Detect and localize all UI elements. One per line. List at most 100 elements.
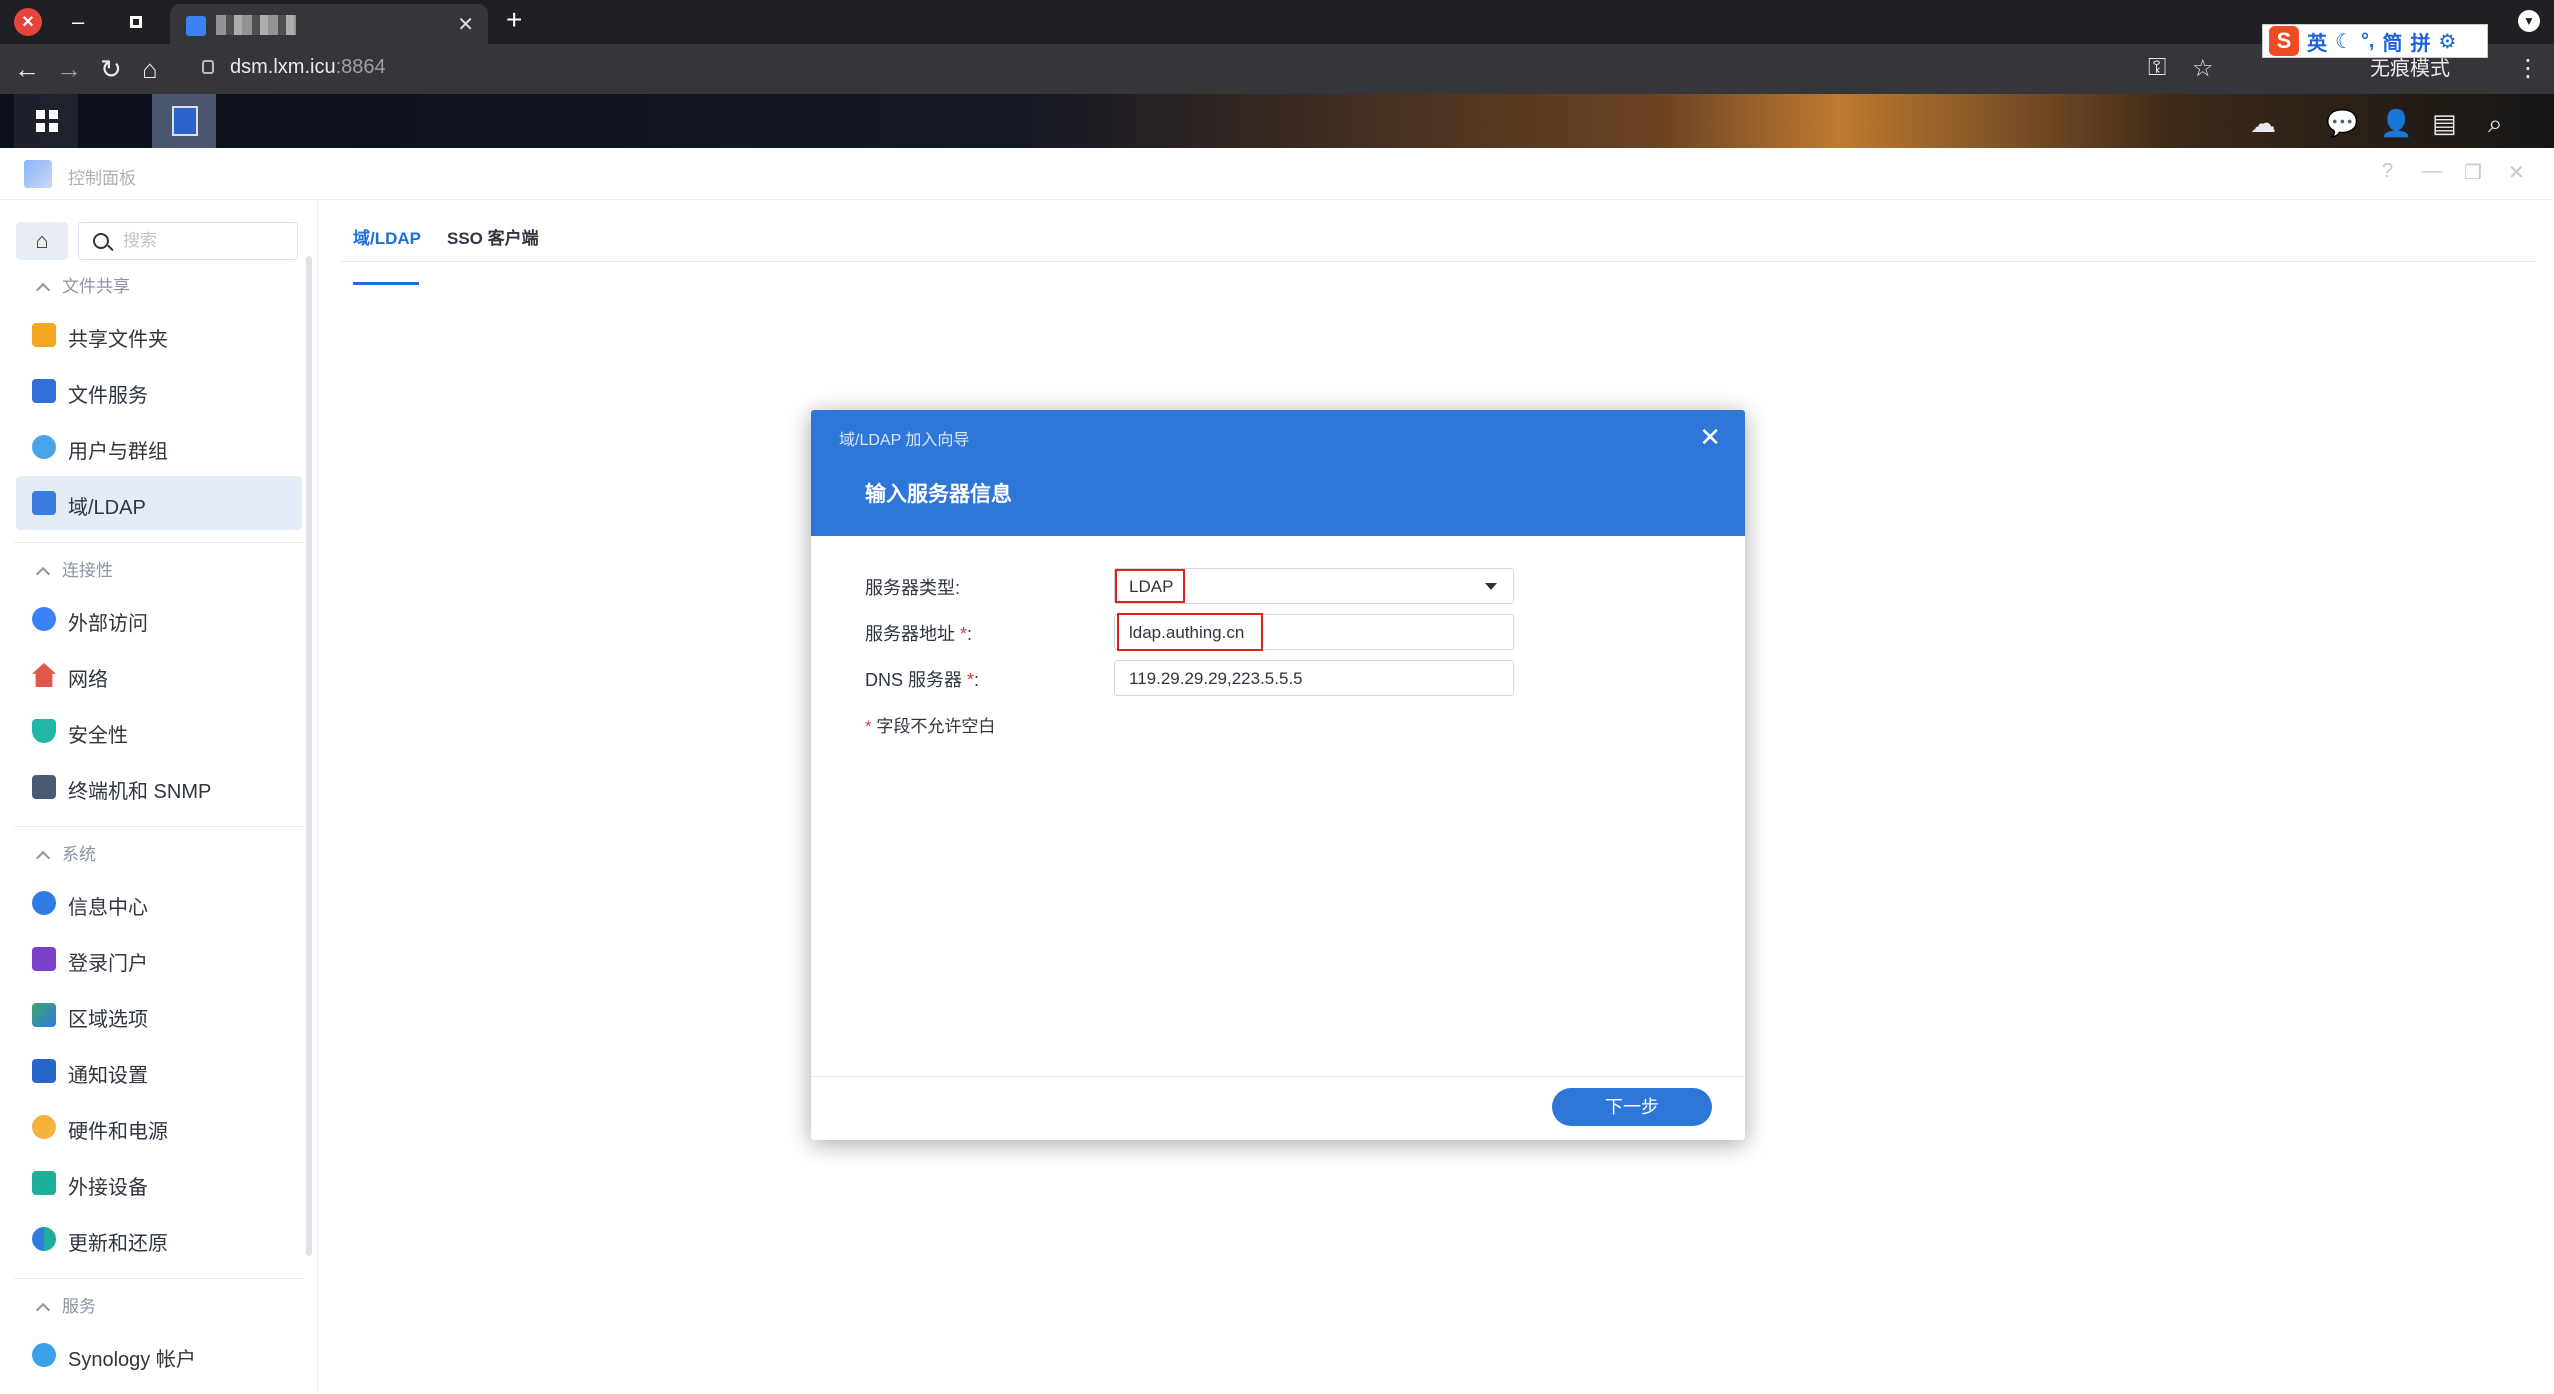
back-icon[interactable]: ← — [14, 54, 40, 84]
synology-account-icon — [32, 1343, 56, 1367]
sidebar-item-network[interactable]: 网络 — [16, 648, 302, 702]
sidebar-item-login-portal[interactable]: 登录门户 — [16, 932, 302, 986]
divider — [14, 542, 304, 543]
ime-mode-simplified[interactable]: 简 — [2383, 27, 2403, 56]
divider — [14, 826, 304, 827]
tab-close-icon[interactable]: ✕ — [457, 12, 474, 37]
dialog-heading: 输入服务器信息 — [865, 483, 1012, 506]
search-icon[interactable]: ⌕ — [2488, 108, 2503, 140]
next-button[interactable]: 下一步 — [1552, 1088, 1712, 1126]
required-note: * 字段不允许空白 — [865, 717, 996, 736]
sidebar-item-update-restore[interactable]: 更新和还原 — [16, 1212, 302, 1266]
search-input-box[interactable] — [78, 222, 298, 260]
widgets-icon[interactable]: ▤ — [2432, 108, 2457, 139]
dsm-taskbar: ☁ 💬 👤 ▤ ⌕ — [0, 94, 2554, 148]
lock-icon — [202, 60, 214, 74]
close-icon[interactable]: ✕ — [1699, 422, 1721, 453]
sidebar-item-external-access[interactable]: 外部访问 — [16, 592, 302, 646]
users-icon — [32, 435, 56, 459]
main-menu-button[interactable] — [14, 94, 78, 148]
home-icon[interactable]: ⌂ — [142, 54, 158, 84]
moon-icon[interactable]: ☾ — [2335, 29, 2353, 54]
reload-icon[interactable]: ↻ — [100, 54, 122, 84]
close-icon[interactable]: ✕ — [2508, 160, 2525, 185]
sidebar-scrollbar[interactable] — [306, 256, 312, 1256]
tab-domain-ldap[interactable]: 域/LDAP — [353, 224, 421, 285]
bookmark-star-icon[interactable]: ☆ — [2192, 54, 2214, 83]
chevron-up-icon — [35, 850, 51, 866]
dns-server-input[interactable]: 119.29.29.29,223.5.5.5 — [1114, 660, 1514, 696]
tab-sso-client[interactable]: SSO 客户端 — [447, 224, 539, 249]
footer-divider — [811, 1076, 1745, 1077]
folder-icon — [32, 323, 56, 347]
search-input[interactable] — [123, 229, 283, 253]
window-maximize-icon[interactable] — [130, 16, 142, 28]
shield-icon — [32, 719, 56, 743]
dialog-header: 域/LDAP 加入向导 输入服务器信息 ✕ — [811, 410, 1745, 536]
lightbulb-icon — [32, 1115, 56, 1139]
notification-icon — [32, 1059, 56, 1083]
sidebar-item-domain-ldap[interactable]: 域/LDAP — [16, 476, 302, 530]
key-icon[interactable]: ⚿ — [2148, 54, 2166, 82]
ime-mode-pinyin[interactable]: 拼 — [2411, 27, 2431, 56]
update-restore-icon — [32, 1227, 56, 1251]
browser-tab[interactable]: ✕ — [170, 4, 488, 44]
ime-settings-icon[interactable]: ⚙ — [2439, 29, 2457, 54]
sidebar-item-hardware-power[interactable]: 硬件和电源 — [16, 1100, 302, 1154]
control-panel-icon — [172, 106, 198, 136]
section-connectivity[interactable]: 连接性 — [30, 556, 113, 582]
section-system[interactable]: 系统 — [30, 840, 96, 866]
chevron-up-icon — [35, 566, 51, 582]
sidebar-item-notification[interactable]: 通知设置 — [16, 1044, 302, 1098]
user-icon[interactable]: 👤 — [2380, 108, 2412, 139]
chevron-up-icon — [35, 1302, 51, 1318]
punct-icon[interactable]: °, — [2361, 30, 2375, 53]
ime-toolbar[interactable]: S 英 ☾ °, 简 拼 ⚙ — [2262, 24, 2488, 58]
external-device-icon — [32, 1171, 56, 1195]
sidebar-item-regional-options[interactable]: 区域选项 — [16, 988, 302, 1042]
sidebar-item-shared-folder[interactable]: 共享文件夹 — [16, 308, 302, 362]
regional-options-icon — [32, 1003, 56, 1027]
sidebar-item-security[interactable]: 安全性 — [16, 704, 302, 758]
sidebar-item-synology-account[interactable]: Synology 帐户 — [16, 1328, 302, 1382]
control-panel-icon — [24, 160, 52, 188]
chevron-up-icon — [35, 282, 51, 298]
sidebar-item-users-groups[interactable]: 用户与群组 — [16, 420, 302, 474]
notifications-icon[interactable]: 💬 — [2326, 108, 2358, 139]
sidebar-item-file-services[interactable]: 文件服务 — [16, 364, 302, 418]
section-services[interactable]: 服务 — [30, 1292, 96, 1318]
window-minimize-icon[interactable]: – — [72, 8, 84, 36]
sidebar-item-info-center[interactable]: 信息中心 — [16, 876, 302, 930]
tab-search-icon[interactable]: ▼ — [2518, 10, 2540, 32]
sidebar: ⌂ 文件共享 共享文件夹 文件服务 用户与群组 域/LDAP 连接性 外部访问 … — [0, 200, 318, 1394]
home-button[interactable]: ⌂ — [16, 222, 68, 260]
main-menu-grid-icon — [36, 110, 58, 132]
dns-server-label: DNS 服务器 *: — [865, 670, 980, 690]
login-portal-icon — [32, 947, 56, 971]
minimize-icon[interactable]: — — [2422, 160, 2442, 183]
browser-tab-bar: × – ✕ + ▼ — [0, 0, 2554, 44]
home-icon: ⌂ — [35, 228, 49, 253]
address-bar: ← → ↻ ⌂ dsm.lxm.icu:8864 ⚿ ☆ 无痕模式 ⋮ — [0, 44, 2554, 94]
window-close-icon[interactable]: × — [14, 8, 42, 36]
url-field[interactable]: dsm.lxm.icu:8864 — [230, 56, 386, 79]
section-file-sharing[interactable]: 文件共享 — [30, 272, 130, 298]
tab-title-blurred — [216, 15, 296, 35]
forward-icon[interactable]: → — [56, 54, 82, 84]
ldap-join-wizard-dialog: 域/LDAP 加入向导 输入服务器信息 ✕ 服务器类型: LDAP 服务器地址 … — [811, 410, 1745, 1140]
ime-lang[interactable]: 英 — [2307, 27, 2327, 56]
divider — [14, 1278, 304, 1279]
wizard-title: 域/LDAP 加入向导 — [839, 432, 970, 449]
file-services-icon — [32, 379, 56, 403]
cloud-sync-icon[interactable]: ☁ — [2250, 108, 2276, 139]
taskbar-control-panel[interactable] — [152, 94, 216, 148]
restore-icon[interactable]: ❐ — [2464, 160, 2482, 185]
sidebar-item-external-devices[interactable]: 外接设备 — [16, 1156, 302, 1210]
new-tab-icon[interactable]: + — [506, 4, 522, 36]
browser-menu-icon[interactable]: ⋮ — [2516, 54, 2540, 83]
highlight-box-server-type — [1115, 569, 1185, 603]
help-icon[interactable]: ? — [2382, 160, 2393, 183]
sidebar-item-terminal-snmp[interactable]: 终端机和 SNMP — [16, 760, 302, 814]
dns-server-value: 119.29.29.29,223.5.5.5 — [1129, 669, 1303, 688]
chevron-down-icon — [1485, 583, 1497, 590]
